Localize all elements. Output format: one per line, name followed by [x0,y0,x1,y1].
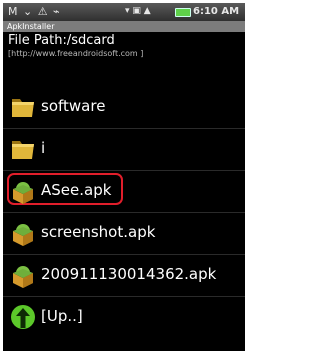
list-item-label: ASee.apk [41,181,112,199]
list-item-label: [Up..] [41,307,83,325]
apk-package-icon [13,266,33,288]
list-item-200911130014362-apk[interactable]: 200911130014362.apk [3,255,245,295]
notification-icons: M ⌄ ⚠ ⌁ [8,5,61,18]
list-item-screenshot-apk[interactable]: screenshot.apk [3,213,245,253]
apk-package-icon [13,182,33,204]
file-path-label: File Path:/sdcard [8,33,115,48]
battery-icon [175,8,191,17]
up-arrow-icon [11,305,35,329]
website-url: [http://www.freeandroidsoft.com ] [8,49,144,58]
folder-icon [12,99,34,117]
system-icons: ▾ ▣ ▲ [125,6,151,16]
clock: 6:10 AM [193,6,240,17]
list-item-label: i [41,139,46,157]
app-title-bar: ApkInstaller [3,21,245,32]
list-item-up[interactable]: [Up..] [3,297,245,337]
list-item-label: screenshot.apk [41,223,156,241]
folder-icon [12,141,34,159]
list-item-label: software [41,97,106,115]
list-item-asee-apk[interactable]: ASee.apk [3,171,245,211]
list-item-software[interactable]: software [3,87,245,127]
list-item-label: 200911130014362.apk [41,265,217,283]
phone-screen: M ⌄ ⚠ ⌁ ▾ ▣ ▲ 6:10 AM ApkInstaller File … [3,3,245,351]
apk-package-icon [13,224,33,246]
status-bar: M ⌄ ⚠ ⌁ ▾ ▣ ▲ 6:10 AM [3,3,245,21]
list-item-i[interactable]: i [3,129,245,169]
